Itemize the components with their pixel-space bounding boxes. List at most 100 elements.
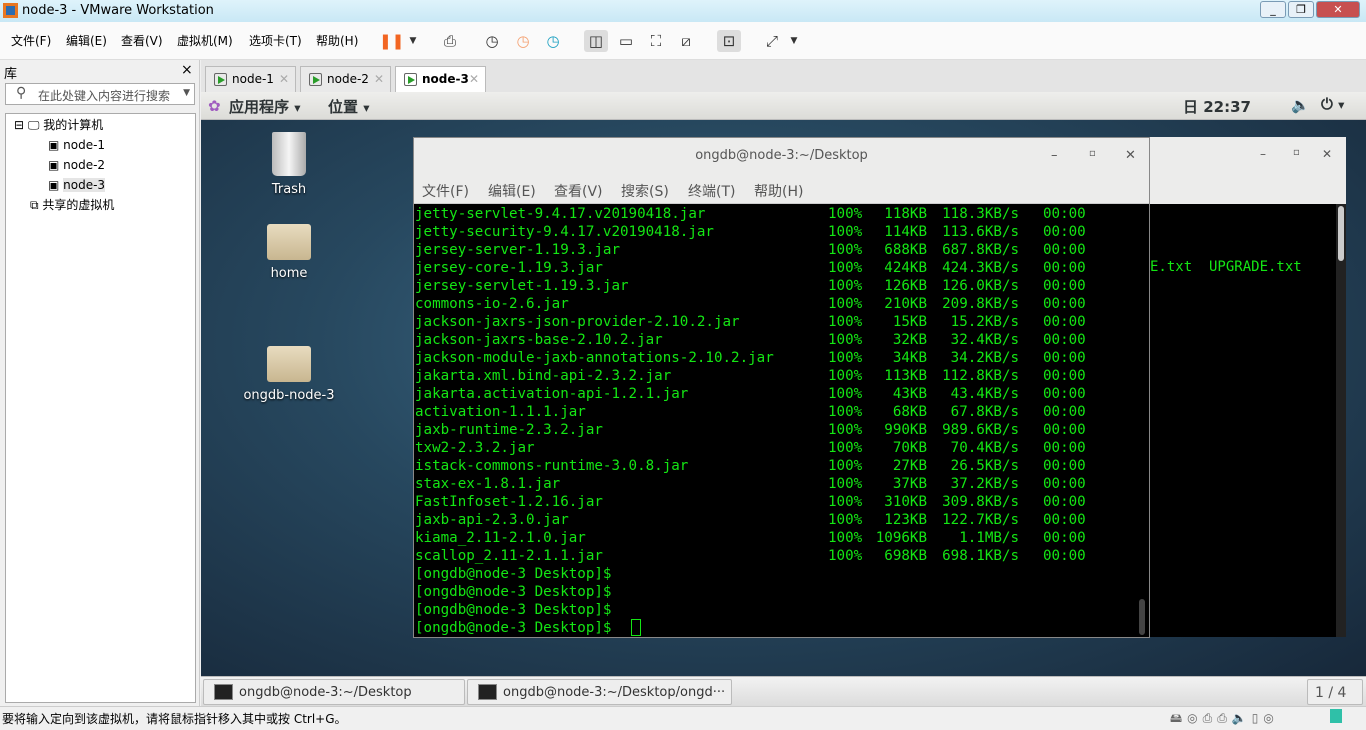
size: 698KB <box>884 548 927 564</box>
transfer-row: jackson-module-jaxb-annotations-2.10.2.j… <box>415 349 1137 367</box>
terminal-window[interactable]: ongdb@node-3:~/Desktop – ▫ ✕ 文件(F) 编辑(E)… <box>413 137 1150 638</box>
library-title: 库 <box>4 67 18 82</box>
clock[interactable]: 日 22:37 <box>1183 96 1251 117</box>
scrollbar[interactable] <box>1336 204 1346 637</box>
menu-file[interactable]: 文件(F) <box>11 32 51 49</box>
maximize-icon[interactable]: ▫ <box>1293 147 1300 158</box>
rate: 989.6KB/s <box>942 422 1019 438</box>
chevron-down-icon[interactable]: ▼ <box>401 30 425 52</box>
window-titlebar: node-3 - VMware Workstation _ ❐ ✕ <box>0 0 1366 22</box>
console-view-icon[interactable]: ⊡ <box>717 30 741 52</box>
tree-node-3[interactable]: ▣ node-3 <box>48 175 106 195</box>
transfer-row: activation-1.1.1.jar 100% 68KB 67.8KB/s 00:0… <box>415 403 1137 421</box>
minimize-icon[interactable]: – <box>1260 147 1266 161</box>
terminal-menu-edit[interactable]: 编辑(E) <box>488 181 536 201</box>
show-library-icon[interactable]: ◫ <box>584 30 608 52</box>
menu-view[interactable]: 查看(V) <box>121 32 163 49</box>
full-screen-icon[interactable]: ⛶ <box>644 30 668 52</box>
close-icon[interactable]: ✕ <box>1125 148 1136 163</box>
revert-snapshot-icon[interactable]: ◷ <box>511 30 535 52</box>
power-icon[interactable]: ⏻ ▾ <box>1321 95 1344 113</box>
eta: 00:00 <box>1043 530 1086 546</box>
menu-vm[interactable]: 虚拟机(M) <box>177 32 233 49</box>
size: 424KB <box>884 260 927 276</box>
menu-edit[interactable]: 编辑(E) <box>66 32 107 49</box>
terminal-menu-view[interactable]: 查看(V) <box>554 181 603 201</box>
menu-tabs[interactable]: 选项卡(T) <box>249 32 302 49</box>
background-terminal-window[interactable]: – ▫ ✕ E.txt UPGRADE.txt <box>1150 137 1346 637</box>
rate: 113.6KB/s <box>942 224 1019 240</box>
chevron-down-icon[interactable]: ▼ <box>782 30 806 52</box>
percent: 100% <box>828 278 863 294</box>
transfer-row: txw2-2.3.2.jar 100% 70KB 70.4KB/s 00:00 <box>415 439 1137 457</box>
terminal-scrollbar[interactable] <box>1137 205 1149 637</box>
desktop-icon-home[interactable]: home <box>239 224 339 281</box>
minimize-icon[interactable]: – <box>1051 148 1058 163</box>
device-icons[interactable]: 🖴◎⎙⎙🔈▯◎ <box>1170 709 1279 730</box>
rate: 15.2KB/s <box>950 314 1019 330</box>
applications-menu[interactable]: 应用程序 ▾ <box>229 96 301 117</box>
transfer-row: FastInfoset-1.2.16.jar 100% 310KB 309.8KB/s… <box>415 493 1137 511</box>
pause-icon[interactable]: ❚❚ <box>379 30 404 52</box>
transfer-row: jersey-core-1.19.3.jar 100% 424KB 424.3KB/s… <box>415 259 1137 277</box>
close-icon[interactable]: ✕ <box>1322 147 1332 161</box>
desktop-icon-ongdb-node-3[interactable]: ongdb-node-3 <box>239 346 339 403</box>
desktop-icon-trash[interactable]: Trash <box>239 132 339 197</box>
file-name: jackson-jaxrs-base-2.10.2.jar <box>415 332 663 348</box>
notification-icon[interactable] <box>1330 709 1342 723</box>
home-folder-icon <box>267 224 311 260</box>
transfer-row: jersey-servlet-1.19.3.jar 100% 126KB 126.0K… <box>415 277 1137 295</box>
terminal-output[interactable]: jetty-servlet-9.4.17.v20190418.jar 100% 11… <box>415 205 1137 637</box>
library-search-input[interactable]: ⚲ 在此处键入内容进行搜索 ▼ <box>5 83 195 105</box>
guest-taskbar: ongdb@node-3:~/Desktop ongdb@node-3:~/De… <box>201 676 1366 706</box>
tab-close-icon[interactable]: ✕ <box>279 72 289 86</box>
library-close-button[interactable]: × <box>181 62 193 78</box>
file-name: jersey-server-1.19.3.jar <box>415 242 620 258</box>
terminal-menu-file[interactable]: 文件(F) <box>422 181 469 201</box>
chevron-down-icon[interactable]: ▼ <box>183 88 190 98</box>
maximize-icon[interactable]: ▫ <box>1089 148 1096 159</box>
eta: 00:00 <box>1043 422 1086 438</box>
eta: 00:00 <box>1043 548 1086 564</box>
prompt-line: [ongdb@node-3 Desktop]$ <box>415 619 1137 637</box>
minimize-button[interactable]: _ <box>1260 1 1286 18</box>
file-name: istack-commons-runtime-3.0.8.jar <box>415 458 689 474</box>
terminal-menu-search[interactable]: 搜索(S) <box>621 181 669 201</box>
menu-help[interactable]: 帮助(H) <box>316 32 358 49</box>
tab-node-1[interactable]: node-1 ✕ <box>205 66 296 92</box>
volume-icon[interactable]: 🔈 <box>1291 96 1310 114</box>
vm-icon <box>309 73 322 86</box>
terminal-menu-terminal[interactable]: 终端(T) <box>688 181 735 201</box>
transfer-row: jackson-jaxrs-base-2.10.2.jar 100% 32KB 32.… <box>415 331 1137 349</box>
tree-my-computer[interactable]: ⊟ 🖵 我的计算机 <box>14 115 103 135</box>
library-tree: ⊟ 🖵 我的计算机 ▣ node-1 ▣ node-2 ▣ node-3 ⧉ 共… <box>5 113 196 703</box>
thumbnail-bar-icon[interactable]: ▭ <box>614 30 638 52</box>
tab-node-2[interactable]: node-2 ✕ <box>300 66 391 92</box>
tree-node-1[interactable]: ▣ node-1 <box>48 135 105 155</box>
eta: 00:00 <box>1043 260 1086 276</box>
places-menu[interactable]: 位置 ▾ <box>328 96 370 117</box>
tree-node-2[interactable]: ▣ node-2 <box>48 155 105 175</box>
unity-icon[interactable]: ⧄ <box>674 30 698 52</box>
maximize-button[interactable]: ❐ <box>1288 1 1314 18</box>
tab-close-icon[interactable]: ✕ <box>469 72 479 86</box>
tree-shared-vms[interactable]: ⧉ 共享的虚拟机 <box>30 195 114 215</box>
snapshot-manager-icon[interactable]: ◷ <box>541 30 565 52</box>
send-ctrl-alt-del-icon[interactable]: ⎙ <box>438 30 462 52</box>
percent: 100% <box>828 548 863 564</box>
tab-node-3[interactable]: node-3 ✕ <box>395 66 486 92</box>
tab-close-icon[interactable]: ✕ <box>374 72 384 86</box>
workspace-switcher[interactable]: 1 / 4 <box>1307 679 1363 705</box>
eta: 00:00 <box>1043 206 1086 222</box>
stretch-icon[interactable]: ⤢ <box>760 30 784 52</box>
terminal-menu-help[interactable]: 帮助(H) <box>754 181 803 201</box>
transfer-row: commons-io-2.6.jar 100% 210KB 209.8KB/s 00:0… <box>415 295 1137 313</box>
eta: 00:00 <box>1043 458 1086 474</box>
rate: 209.8KB/s <box>942 296 1019 312</box>
eta: 00:00 <box>1043 350 1086 366</box>
rate: 34.2KB/s <box>950 350 1019 366</box>
taskbar-item-terminal-2[interactable]: ongdb@node-3:~/Desktop/ongd··· <box>467 679 732 705</box>
close-button[interactable]: ✕ <box>1316 1 1360 18</box>
taskbar-item-terminal-1[interactable]: ongdb@node-3:~/Desktop <box>203 679 465 705</box>
snapshot-icon[interactable]: ◷ <box>480 30 504 52</box>
